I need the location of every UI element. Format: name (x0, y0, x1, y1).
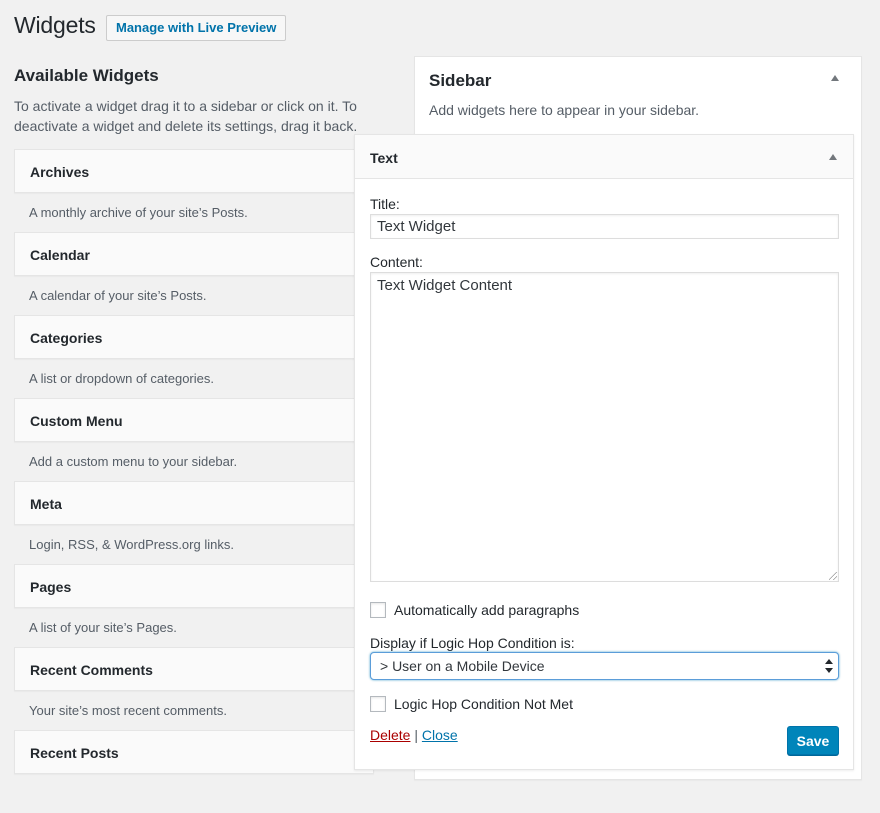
close-link[interactable]: Close (422, 727, 458, 743)
manage-live-preview-button[interactable]: Manage with Live Preview (106, 15, 287, 41)
condition-not-met-label: Logic Hop Condition Not Met (394, 696, 573, 712)
widget-item-description: Add a custom menu to your sidebar. (29, 454, 238, 469)
widget-item-recent-posts[interactable]: Recent Posts (14, 730, 374, 813)
widget-item-description: A list or dropdown of categories. (29, 371, 214, 386)
widget-item-categories[interactable]: Categories A list or dropdown of categor… (14, 315, 374, 398)
sidebar-collapse-icon[interactable] (831, 75, 839, 81)
widget-item-calendar[interactable]: Calendar A calendar of your site’s Posts… (14, 232, 374, 315)
widget-item-title: Pages (30, 579, 72, 595)
resize-grip-icon[interactable] (829, 572, 837, 580)
widget-item-title: Recent Comments (30, 662, 153, 678)
widget-item-handle[interactable]: Meta (14, 481, 374, 525)
widget-item-handle[interactable]: Categories (14, 315, 374, 359)
widget-item-title: Custom Menu (30, 413, 123, 429)
sidebar-description: Add widgets here to appear in your sideb… (429, 102, 700, 118)
delete-link[interactable]: Delete (370, 727, 410, 743)
widget-item-title: Recent Posts (30, 745, 119, 761)
widget-item-recent-comments[interactable]: Recent Comments Your site’s most recent … (14, 647, 374, 730)
widget-item-handle[interactable]: Archives (14, 149, 374, 193)
widget-item-handle[interactable]: Calendar (14, 232, 374, 276)
save-button[interactable]: Save (787, 726, 839, 755)
widget-item-title: Archives (30, 164, 90, 180)
text-widget-title: Text (370, 150, 398, 166)
widget-item-description: A list of your site’s Pages. (29, 620, 177, 635)
text-widget-collapse-icon[interactable] (829, 154, 837, 160)
condition-label: Display if Logic Hop Condition is: (370, 635, 575, 651)
content-field-label: Content: (370, 254, 423, 270)
widget-item-handle[interactable]: Custom Menu (14, 398, 374, 442)
link-separator: | (414, 727, 418, 743)
text-widget-panel: Text Title: Content: Text Widget Content… (354, 134, 854, 770)
page-title: Widgets (14, 12, 96, 38)
widget-item-archives[interactable]: Archives A monthly archive of your site’… (14, 149, 374, 232)
text-widget-header[interactable]: Text (355, 135, 853, 179)
widget-item-description: Your site’s most recent comments. (29, 703, 227, 718)
content-textarea[interactable]: Text Widget Content (370, 272, 839, 582)
logic-hop-condition-select[interactable]: > User on a Mobile Device (370, 652, 839, 680)
widget-item-custom-menu[interactable]: Custom Menu Add a custom menu to your si… (14, 398, 374, 481)
widget-item-handle[interactable]: Recent Comments (14, 647, 374, 691)
widget-item-description: A calendar of your site’s Posts. (29, 288, 207, 303)
title-field-label: Title: (370, 196, 400, 212)
widget-item-title: Categories (30, 330, 103, 346)
title-field[interactable] (370, 214, 839, 239)
auto-paragraphs-label: Automatically add paragraphs (394, 602, 580, 618)
widget-item-pages[interactable]: Pages A list of your site’s Pages. (14, 564, 374, 647)
widget-item-description: A monthly archive of your site’s Posts. (29, 205, 248, 220)
sidebar-title: Sidebar (429, 71, 492, 90)
auto-paragraphs-checkbox[interactable] (370, 602, 386, 618)
select-arrows-icon (825, 659, 833, 673)
widget-item-meta[interactable]: Meta Login, RSS, & WordPress.org links. (14, 481, 374, 564)
available-widgets-title: Available Widgets (14, 66, 159, 85)
widget-item-handle[interactable]: Recent Posts (14, 730, 374, 774)
widget-control-links: Delete | Close (370, 727, 458, 743)
widget-item-title: Calendar (30, 247, 90, 263)
widget-item-title: Meta (30, 496, 62, 512)
available-widgets-list: Archives A monthly archive of your site’… (14, 149, 374, 813)
condition-selected-value: > User on a Mobile Device (380, 658, 545, 674)
widget-item-handle[interactable]: Pages (14, 564, 374, 608)
available-widgets-description: To activate a widget drag it to a sideba… (14, 98, 358, 134)
condition-not-met-checkbox[interactable] (370, 696, 386, 712)
widget-item-description: Login, RSS, & WordPress.org links. (29, 537, 234, 552)
